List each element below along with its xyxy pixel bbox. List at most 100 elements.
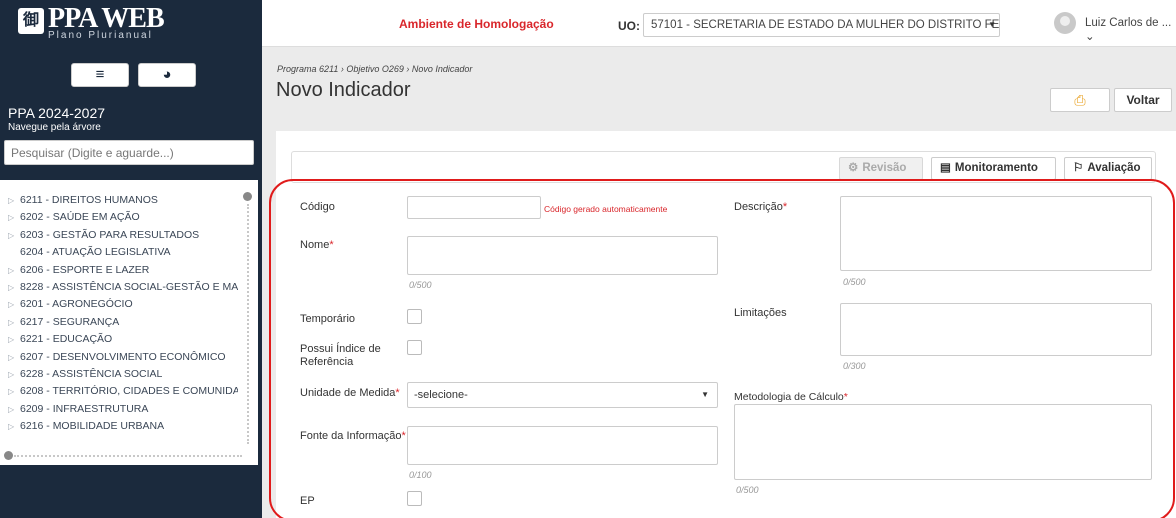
sidebar: 御 PPA WEB Plano Plurianual ≡ ◕ PPA 2024-… bbox=[0, 0, 262, 518]
tree-panel: ▷ 6211 - DIREITOS HUMANOS ▷ 6202 - SAÚDE EM… bbox=[0, 180, 258, 465]
ep-checkbox[interactable] bbox=[407, 491, 422, 506]
codigo-input[interactable] bbox=[407, 196, 541, 219]
expand-arrow-icon[interactable]: ▷ bbox=[8, 227, 20, 244]
revisao-label: Revisão bbox=[862, 162, 907, 174]
fonte-informacao-label: Fonte da Informação* bbox=[300, 430, 406, 442]
tree-item-label: 6221 - EDUCAÇÃO bbox=[20, 333, 113, 346]
top-bar: Ambiente de Homologação UO: 57101 - SECR… bbox=[262, 0, 1176, 47]
tree-item-label: 6204 - ATUAÇÃO LEGISLATIVA bbox=[20, 246, 171, 259]
tree-item-label: 6217 - SEGURANÇA bbox=[20, 315, 120, 328]
tree-item[interactable]: ▷ 6217 - SEGURANÇA bbox=[8, 314, 238, 331]
tree-item[interactable]: ▷ 6207 - DESENVOLVIMENTO ECONÔMICO bbox=[8, 349, 238, 366]
tree-item[interactable]: ▷ 6211 - DIREITOS HUMANOS bbox=[8, 192, 238, 209]
tree-item-label: 6228 - ASSISTÊNCIA SOCIAL bbox=[20, 367, 163, 380]
printer-icon: ⎙ bbox=[1074, 92, 1086, 108]
required-mark: * bbox=[329, 239, 334, 251]
tree-item-label: 6208 - TERRITÓRIO, CIDADES E COMUNIDAD bbox=[20, 385, 238, 398]
expand-arrow-icon[interactable]: ▷ bbox=[8, 331, 20, 348]
descricao-textarea[interactable] bbox=[840, 196, 1152, 271]
app-logo[interactable]: 御 PPA WEB Plano Plurianual bbox=[18, 4, 188, 41]
avaliacao-button[interactable]: ⚐ Avaliação bbox=[1064, 157, 1152, 180]
user-avatar[interactable] bbox=[1054, 12, 1076, 34]
user-menu[interactable]: Luiz Carlos de ... ⌄ bbox=[1085, 17, 1176, 43]
tree-item[interactable]: ▷ 6202 - SAÚDE EM AÇÃO bbox=[8, 209, 238, 226]
descricao-label: Descrição* bbox=[734, 201, 788, 213]
action-toolbar: ⚙ Revisão ▤ Monitoramento ⚐ Avaliação bbox=[291, 151, 1156, 183]
menu-button[interactable]: ≡ bbox=[71, 63, 129, 87]
monitoramento-label: Monitoramento bbox=[954, 162, 1038, 174]
tree-search-input[interactable] bbox=[4, 140, 254, 165]
nome-label: Nome* bbox=[300, 239, 334, 251]
tree-item-label: 8228 - ASSISTÊNCIA SOCIAL-GESTÃO E MAN bbox=[20, 280, 238, 293]
tree-item[interactable]: ▷ 6228 - ASSISTÊNCIA SOCIAL bbox=[8, 366, 238, 383]
tree-item[interactable]: ▷ 6206 - ESPORTE E LAZER bbox=[8, 262, 238, 279]
expand-arrow-icon[interactable]: ▷ bbox=[8, 401, 20, 418]
expand-arrow-icon[interactable]: ▷ bbox=[8, 279, 20, 296]
tree-item-label: 6201 - AGRONEGÓCIO bbox=[20, 298, 133, 311]
pie-chart-icon: ◕ bbox=[162, 66, 172, 83]
temporario-checkbox[interactable] bbox=[407, 309, 422, 324]
logo-emblem-icon: 御 bbox=[18, 8, 44, 34]
monitoramento-button[interactable]: ▤ Monitoramento bbox=[931, 157, 1056, 180]
ppa-subtitle: Navegue pela árvore bbox=[8, 122, 101, 133]
uo-select[interactable]: 57101 - SECRETARIA DE ESTADO DA MULHER D… bbox=[643, 13, 1000, 37]
fonte-informacao-counter: 0/100 bbox=[409, 470, 432, 480]
possui-indice-checkbox[interactable] bbox=[407, 340, 422, 355]
expand-arrow-icon[interactable]: ▷ bbox=[8, 314, 20, 331]
metodologia-label: Metodologia de Cálculo* bbox=[734, 391, 848, 403]
tree-item[interactable]: ▷ 6209 - INFRAESTRUTURA bbox=[8, 401, 238, 418]
tree-item-label: 6216 - MOBILIDADE URBANA bbox=[20, 420, 165, 433]
program-tree: ▷ 6211 - DIREITOS HUMANOS ▷ 6202 - SAÚDE EM… bbox=[8, 192, 238, 435]
tree-item-label: 6203 - GESTÃO PARA RESULTADOS bbox=[20, 228, 200, 241]
expand-arrow-icon[interactable]: ▷ bbox=[8, 296, 20, 313]
tree-item[interactable]: ▷ 6216 - MOBILIDADE URBANA bbox=[8, 418, 238, 435]
metodologia-textarea[interactable] bbox=[734, 404, 1152, 480]
form-panel: ⚙ Revisão ▤ Monitoramento ⚐ Avaliação Códig… bbox=[276, 131, 1176, 518]
chart-button[interactable]: ◕ bbox=[138, 63, 196, 87]
document-icon: ▤ bbox=[940, 162, 951, 174]
vertical-scrollbar[interactable] bbox=[247, 204, 249, 444]
uo-value: 57101 - SECRETARIA DE ESTADO DA MULHER D… bbox=[651, 19, 1000, 31]
gear-icon: ⚙ bbox=[848, 162, 859, 174]
tree-item[interactable]: ▷ 6208 - TERRITÓRIO, CIDADES E COMUNIDAD bbox=[8, 383, 238, 400]
tree-item[interactable]: 6204 - ATUAÇÃO LEGISLATIVA bbox=[8, 244, 238, 261]
revisao-button[interactable]: ⚙ Revisão bbox=[839, 157, 923, 180]
environment-label: Ambiente de Homologação bbox=[399, 17, 554, 31]
metodologia-counter: 0/500 bbox=[736, 485, 759, 495]
tree-item[interactable]: ▷ 8228 - ASSISTÊNCIA SOCIAL-GESTÃO E MAN bbox=[8, 279, 238, 296]
print-button[interactable]: ⎙ bbox=[1050, 88, 1110, 112]
expand-arrow-icon[interactable]: ▷ bbox=[8, 262, 20, 279]
limitacoes-textarea[interactable] bbox=[840, 303, 1152, 356]
limitacoes-label: Limitações bbox=[734, 307, 787, 319]
unidade-medida-select[interactable]: -selecione- ▼ bbox=[407, 382, 718, 408]
tree-item-label: 6206 - ESPORTE E LAZER bbox=[20, 263, 150, 276]
page-title: Novo Indicador bbox=[276, 79, 411, 101]
expand-arrow-icon[interactable]: ▷ bbox=[8, 383, 20, 400]
codigo-auto-note: Código gerado automaticamente bbox=[544, 204, 668, 214]
fonte-informacao-input[interactable] bbox=[407, 426, 718, 465]
hamburger-icon: ≡ bbox=[95, 66, 105, 83]
expand-arrow-icon[interactable]: ▷ bbox=[8, 418, 20, 435]
nome-input[interactable] bbox=[407, 236, 718, 275]
temporario-label: Temporário bbox=[300, 313, 356, 325]
tree-item[interactable]: ▷ 6203 - GESTÃO PARA RESULTADOS bbox=[8, 227, 238, 244]
tree-item[interactable]: ▷ 6221 - EDUCAÇÃO bbox=[8, 331, 238, 348]
caret-down-icon: ▼ bbox=[701, 390, 709, 399]
breadcrumb: Programa 6211 › Objetivo O269 › Novo Ind… bbox=[277, 64, 473, 74]
tree-item-label: 6211 - DIREITOS HUMANOS bbox=[20, 194, 158, 206]
vertical-scroll-handle[interactable] bbox=[243, 192, 252, 201]
logo-subtitle: Plano Plurianual bbox=[48, 30, 153, 41]
descricao-counter: 0/500 bbox=[843, 277, 866, 287]
tree-item[interactable]: ▷ 6201 - AGRONEGÓCIO bbox=[8, 296, 238, 313]
expand-arrow-icon[interactable]: ▷ bbox=[8, 209, 20, 226]
horizontal-scrollbar[interactable] bbox=[14, 455, 242, 457]
nome-counter: 0/500 bbox=[409, 280, 432, 290]
expand-arrow-icon[interactable]: ▷ bbox=[8, 192, 20, 209]
horizontal-scroll-handle[interactable] bbox=[4, 451, 13, 460]
limitacoes-counter: 0/300 bbox=[843, 361, 866, 371]
back-button[interactable]: Voltar bbox=[1114, 88, 1172, 112]
expand-arrow-icon[interactable]: ▷ bbox=[8, 349, 20, 366]
expand-arrow-icon[interactable]: ▷ bbox=[8, 366, 20, 383]
unidade-medida-value: -selecione- bbox=[414, 389, 468, 401]
caret-down-icon: ▼ bbox=[988, 20, 996, 29]
